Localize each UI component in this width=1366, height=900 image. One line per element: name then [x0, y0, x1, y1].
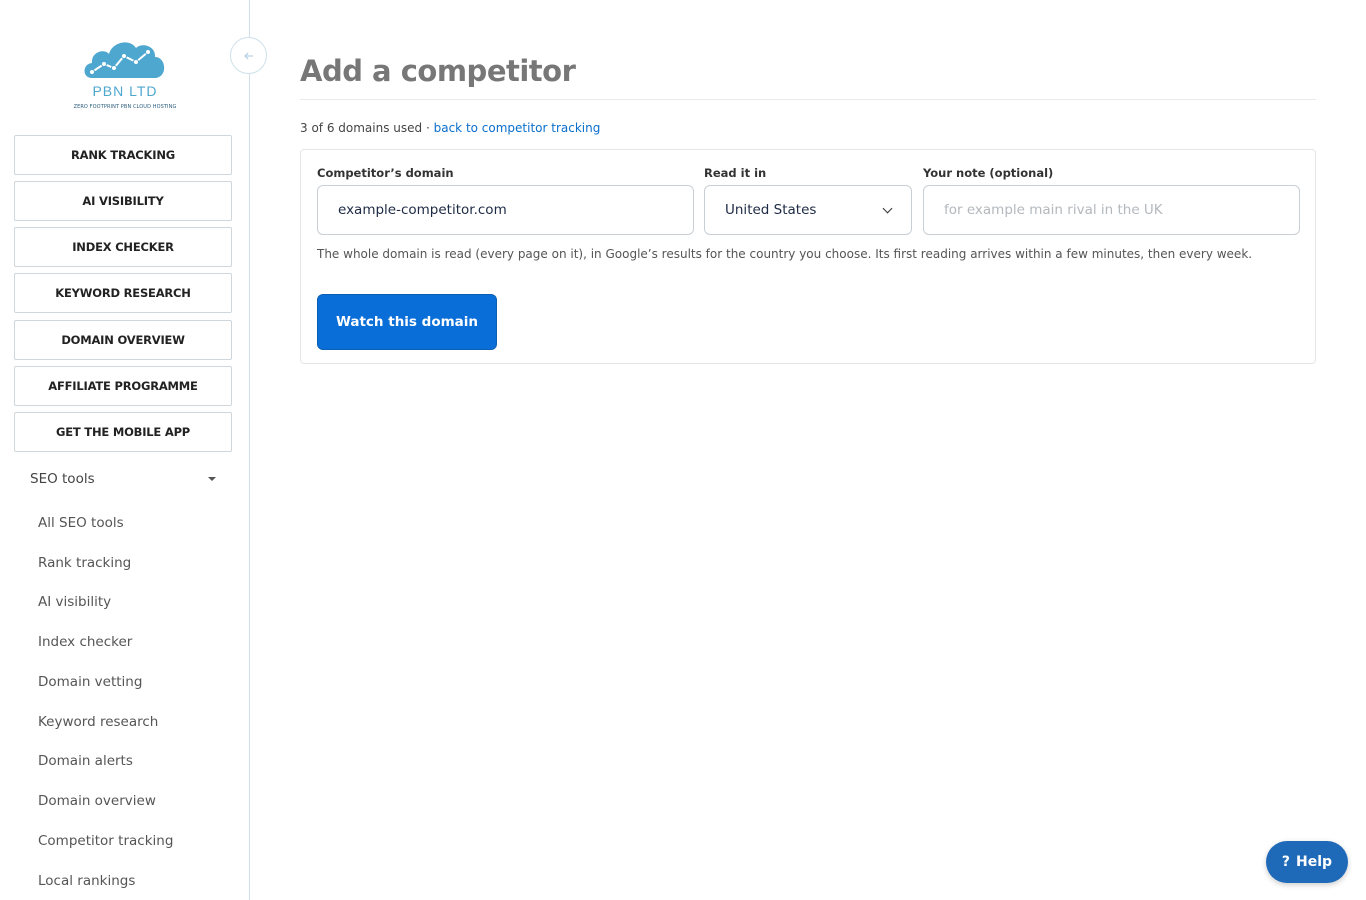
nav-keyword-research-button[interactable]: KEYWORD RESEARCH: [14, 273, 232, 313]
nav-domain-overview-button[interactable]: DOMAIN OVERVIEW: [14, 320, 232, 360]
page-title: Add a competitor: [300, 54, 576, 88]
title-divider: [300, 99, 1316, 100]
nav-affiliate-programme-button[interactable]: AFFILIATE PROGRAMME: [14, 366, 232, 406]
watch-domain-button[interactable]: Watch this domain: [317, 294, 497, 350]
nav-mobile-app-button[interactable]: GET THE MOBILE APP: [14, 412, 232, 452]
note-input[interactable]: [923, 185, 1300, 235]
add-competitor-form: Competitor’s domain Read it in United St…: [300, 149, 1316, 364]
sidebar-item-competitor-tracking[interactable]: Competitor tracking: [38, 833, 173, 849]
sidebar-collapse-button[interactable]: [230, 37, 267, 74]
domain-label: Competitor’s domain: [317, 166, 454, 180]
seo-tools-label: SEO tools: [30, 471, 95, 487]
sidebar-item-keyword-research[interactable]: Keyword research: [38, 714, 158, 730]
question-mark-icon: ?: [1281, 854, 1291, 870]
seo-tools-toggle[interactable]: SEO tools: [30, 468, 220, 490]
nav-ai-visibility-button[interactable]: AI VISIBILITY: [14, 181, 232, 221]
sidebar: PBN LTD ZERO FOOTPRINT PBN CLOUD HOSTING…: [0, 0, 250, 900]
chevron-down-icon: [882, 203, 893, 213]
usage-line: 3 of 6 domains used · back to competitor…: [300, 121, 600, 135]
sidebar-item-domain-overview[interactable]: Domain overview: [38, 793, 156, 809]
brand-name: PBN LTD: [92, 83, 158, 99]
sidebar-item-domain-vetting[interactable]: Domain vetting: [38, 674, 142, 690]
note-label: Your note (optional): [923, 166, 1054, 180]
domain-input[interactable]: [317, 185, 694, 235]
help-button[interactable]: ? Help: [1266, 841, 1348, 883]
sidebar-item-local-rankings[interactable]: Local rankings: [38, 873, 135, 889]
sidebar-item-domain-alerts[interactable]: Domain alerts: [38, 753, 133, 769]
brand-tagline: ZERO FOOTPRINT PBN CLOUD HOSTING: [73, 104, 177, 110]
back-to-competitor-tracking-link[interactable]: back to competitor tracking: [434, 121, 601, 135]
caret-down-icon: [208, 477, 216, 481]
country-select-value: United States: [725, 202, 817, 218]
form-help-text: The whole domain is read (every page on …: [317, 247, 1253, 261]
sidebar-item-index-checker[interactable]: Index checker: [38, 634, 132, 650]
sidebar-item-ai-visibility[interactable]: AI visibility: [38, 594, 111, 610]
arrow-left-icon: [243, 52, 253, 59]
sidebar-item-all-seo-tools[interactable]: All SEO tools: [38, 515, 124, 531]
country-label: Read it in: [704, 166, 767, 180]
usage-count: 3 of 6 domains used ·: [300, 121, 430, 135]
country-select[interactable]: United States: [704, 185, 912, 235]
sidebar-item-rank-tracking[interactable]: Rank tracking: [38, 555, 131, 571]
help-button-label: Help: [1296, 854, 1333, 870]
nav-index-checker-button[interactable]: INDEX CHECKER: [14, 227, 232, 267]
nav-rank-tracking-button[interactable]: RANK TRACKING: [14, 135, 232, 175]
